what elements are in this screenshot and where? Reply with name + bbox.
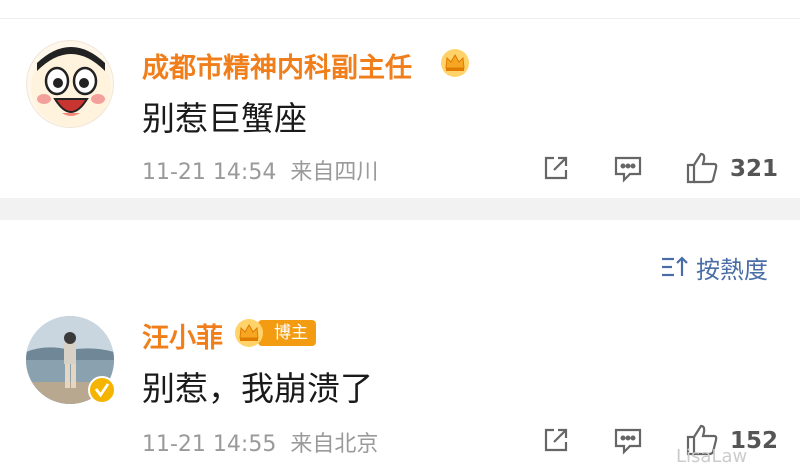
sort-bar: 按熱度	[0, 220, 800, 300]
share-icon[interactable]	[540, 152, 572, 188]
sort-by-hot-button[interactable]: 按熱度	[696, 250, 768, 285]
comment-time: 11-21 14:55	[142, 432, 277, 457]
comment-icon[interactable]	[612, 152, 644, 188]
blogger-badge: 博主	[258, 320, 316, 346]
comment-text: 别惹，我崩溃了	[142, 369, 373, 408]
share-icon[interactable]	[540, 424, 572, 460]
comment-item: 汪小菲 博主 别惹，我崩溃了 11-21 14:55 来自北京 152 Lisa…	[0, 300, 800, 467]
author-name[interactable]: 汪小菲	[142, 316, 223, 355]
comment-meta: 11-21 14:54 来自四川	[142, 154, 378, 186]
cartoon-face-avatar-icon	[31, 47, 111, 127]
comment-item: 成都市精神内科副主任 别惹巨蟹座 11-21 14:54 来自四川 321	[0, 18, 800, 198]
verified-badge-icon	[88, 376, 116, 408]
avatar[interactable]	[26, 40, 114, 128]
comment-meta: 11-21 14:55 来自北京	[142, 426, 378, 458]
like-icon[interactable]	[684, 150, 720, 190]
comment-text: 别惹巨蟹座	[142, 99, 307, 138]
crown-icon	[234, 318, 264, 348]
comment-location: 来自四川	[290, 160, 379, 185]
crown-icon	[440, 48, 470, 78]
comment-time: 11-21 14:54	[142, 160, 277, 185]
section-separator	[0, 198, 800, 220]
like-count: 321	[730, 156, 779, 182]
comment-location: 来自北京	[290, 432, 379, 457]
author-name[interactable]: 成都市精神内科副主任	[142, 46, 412, 85]
watermark: LisaLaw	[676, 446, 748, 467]
comment-icon[interactable]	[612, 424, 644, 460]
top-divider	[0, 0, 800, 19]
sort-icon[interactable]	[660, 254, 690, 284]
